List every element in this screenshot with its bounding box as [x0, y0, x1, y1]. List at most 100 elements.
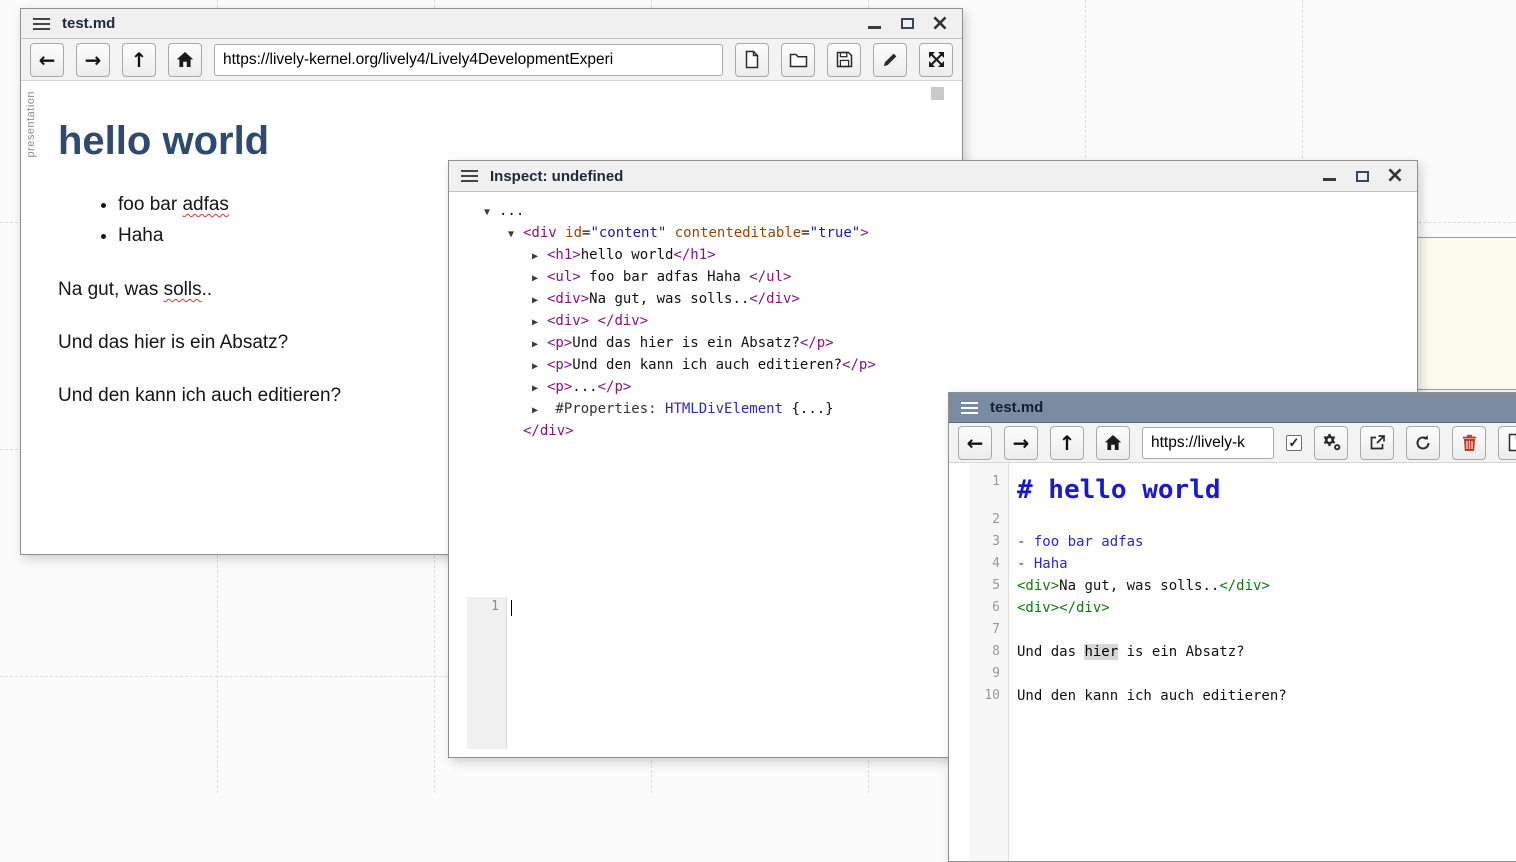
option-checkbox[interactable]: ✓: [1286, 435, 1302, 451]
minimize-icon: [1323, 178, 1336, 181]
open-external-button[interactable]: [1360, 426, 1394, 460]
line-number: 2: [969, 509, 1009, 531]
file-icon: [1507, 433, 1516, 452]
text-segment: >: [860, 225, 868, 241]
home-icon: [176, 51, 194, 68]
new-file-button[interactable]: [735, 43, 769, 77]
tree-toggle-icon[interactable]: ▶: [532, 400, 547, 422]
scrollbar-handle[interactable]: [931, 87, 944, 100]
text-segment: Haha: [118, 225, 163, 246]
external-link-icon: [1369, 434, 1386, 451]
titlebar[interactable]: test.md ×: [21, 9, 962, 39]
editor-line[interactable]: 6<div></div>: [969, 597, 1516, 619]
back-button[interactable]: ←: [30, 43, 64, 77]
tree-toggle-icon[interactable]: ▶: [532, 378, 547, 400]
reload-button[interactable]: [1406, 426, 1440, 460]
titlebar[interactable]: test.md: [949, 393, 1516, 423]
tree-node[interactable]: ▶<ul> foo bar adfas Haha </ul>: [449, 266, 1417, 288]
navigation-toolbar: ← → ↑: [21, 39, 962, 81]
fullscreen-button[interactable]: [919, 43, 953, 77]
tree-node[interactable]: ▼...: [449, 200, 1417, 222]
line-content: - Haha: [1009, 553, 1068, 575]
window-title: test.md: [62, 15, 115, 32]
window-controls: ×: [866, 16, 950, 32]
line-number: 1: [467, 597, 506, 614]
editor-line[interactable]: 1# hello world: [969, 471, 1516, 509]
text-segment: is ein Absatz?: [1118, 644, 1244, 660]
editor-line[interactable]: 7: [969, 619, 1516, 641]
tree-toggle-icon[interactable]: ▼: [508, 224, 523, 246]
line-content: Und das hier is ein Absatz?: [1009, 641, 1245, 663]
home-button[interactable]: [168, 43, 202, 77]
check-icon: ✓: [1289, 436, 1300, 449]
delete-button[interactable]: [1452, 426, 1486, 460]
maximize-button[interactable]: [1354, 168, 1370, 184]
editor-line[interactable]: 9: [969, 663, 1516, 685]
window-title: test.md: [990, 399, 1043, 416]
line-content: # hello world: [1009, 471, 1221, 509]
tree-node[interactable]: ▶<p>Und den kann ich auch editieren?</p>: [449, 354, 1417, 376]
text-segment: # hello world: [1017, 475, 1221, 505]
forward-button[interactable]: →: [76, 43, 110, 77]
text-segment: [666, 225, 674, 241]
text-segment: Na gut, was solls..: [1059, 578, 1219, 594]
tree-node[interactable]: ▶<div>Na gut, was solls..</div>: [449, 288, 1417, 310]
text-segment: </p>: [800, 335, 834, 351]
text-segment: "content": [590, 225, 666, 241]
tree-node[interactable]: ▼<div id="content" contenteditable="true…: [449, 222, 1417, 244]
edit-button[interactable]: [873, 43, 907, 77]
save-button[interactable]: [827, 43, 861, 77]
text-cursor: [511, 600, 512, 616]
forward-button[interactable]: →: [1004, 426, 1038, 460]
back-button[interactable]: ←: [958, 426, 992, 460]
tree-node[interactable]: ▶<h1>hello world</h1>: [449, 244, 1417, 266]
editor-line[interactable]: 5<div>Na gut, was solls..</div>: [969, 575, 1516, 597]
text-segment: Und das hier is ein Absatz?: [58, 332, 288, 353]
titlebar[interactable]: Inspect: undefined ×: [449, 161, 1417, 192]
text-segment: </div>: [523, 423, 574, 439]
editor-line[interactable]: 8Und das hier is ein Absatz?: [969, 641, 1516, 663]
close-button[interactable]: ×: [932, 16, 948, 32]
menu-icon[interactable]: [961, 402, 978, 414]
open-folder-button[interactable]: [781, 43, 815, 77]
editor-line[interactable]: 10Und den kann ich auch editieren?: [969, 685, 1516, 707]
tree-toggle-icon[interactable]: ▶: [532, 334, 547, 356]
presentation-label: presentation: [25, 91, 37, 158]
text-segment: Und das hier is ein Absatz?: [572, 335, 800, 351]
url-input[interactable]: [214, 44, 723, 76]
maximize-button[interactable]: [899, 16, 915, 32]
home-button[interactable]: [1096, 426, 1130, 460]
menu-icon[interactable]: [461, 170, 478, 182]
text-segment: </h1>: [673, 247, 715, 263]
tree-toggle-icon[interactable]: ▼: [484, 202, 499, 224]
save-icon: [836, 51, 853, 68]
tree-node[interactable]: ▶<p>Und das hier is ein Absatz?</p>: [449, 332, 1417, 354]
up-button[interactable]: ↑: [122, 43, 156, 77]
settings-button[interactable]: [1314, 426, 1348, 460]
tree-toggle-icon[interactable]: ▶: [532, 312, 547, 334]
editor-line[interactable]: 4- Haha: [969, 553, 1516, 575]
url-input[interactable]: [1142, 427, 1274, 459]
menu-icon[interactable]: [33, 18, 50, 30]
tree-toggle-icon[interactable]: ▶: [532, 268, 547, 290]
source-editor[interactable]: 1# hello world23- foo bar adfas4- Haha5<…: [949, 463, 1516, 861]
editor-lines: 1# hello world23- foo bar adfas4- Haha5<…: [969, 471, 1516, 707]
minimize-button[interactable]: [1321, 168, 1337, 184]
window-controls: ×: [1321, 168, 1405, 184]
tree-toggle-icon[interactable]: ▶: [532, 246, 547, 268]
up-button[interactable]: ↑: [1050, 426, 1084, 460]
text-segment: ..: [202, 279, 213, 300]
minimize-button[interactable]: [866, 16, 882, 32]
text-segment: <div></div>: [1017, 600, 1110, 616]
editor-line[interactable]: 2: [969, 509, 1516, 531]
tree-toggle-icon[interactable]: ▶: [532, 356, 547, 378]
tree-node[interactable]: ▶<div> </div>: [449, 310, 1417, 332]
new-file-icon: [744, 50, 760, 69]
minimize-icon: [868, 26, 881, 29]
new-file-button[interactable]: [1498, 426, 1516, 460]
close-button[interactable]: ×: [1387, 168, 1403, 184]
text-segment: </p>: [842, 357, 876, 373]
tree-toggle-icon[interactable]: ▶: [532, 290, 547, 312]
desktop: { "colors": { "titlebar-active": "#7b8ba…: [0, 0, 1516, 793]
editor-line[interactable]: 3- foo bar adfas: [969, 531, 1516, 553]
